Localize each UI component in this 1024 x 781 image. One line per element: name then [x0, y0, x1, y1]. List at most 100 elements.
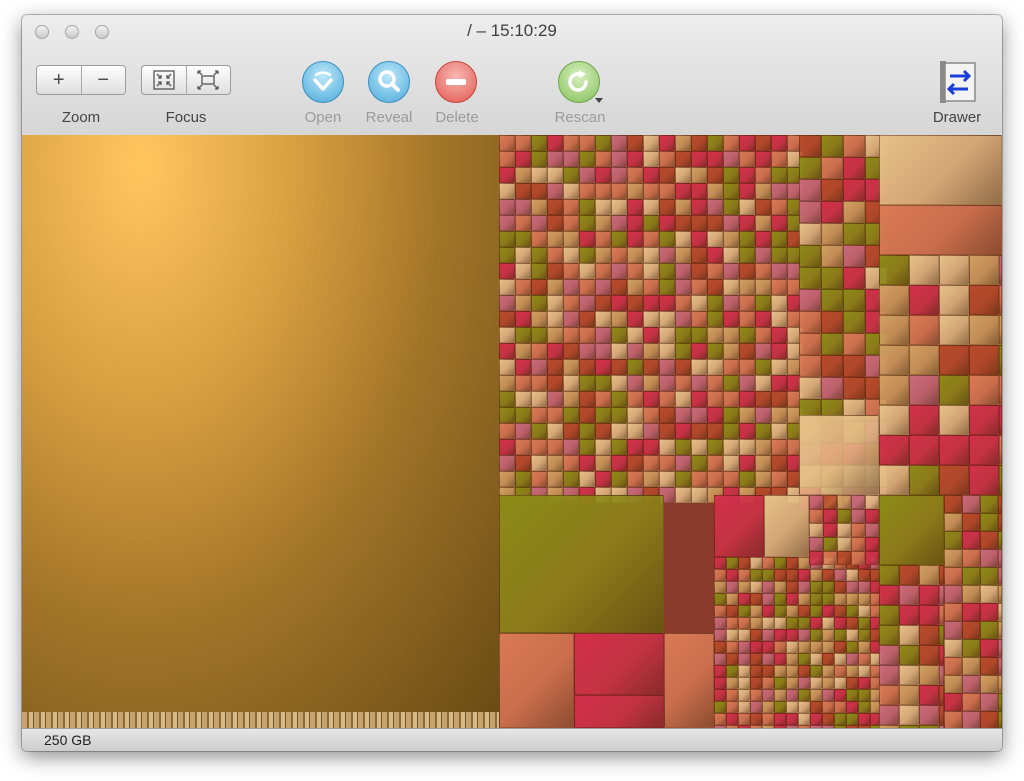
- treemap-tile[interactable]: [579, 375, 595, 391]
- treemap-tile[interactable]: [774, 689, 786, 701]
- treemap-tile[interactable]: [579, 231, 595, 247]
- treemap-tile[interactable]: [762, 581, 774, 593]
- treemap-tile[interactable]: [691, 151, 707, 167]
- treemap-tile[interactable]: [774, 713, 786, 725]
- treemap-large-file[interactable]: [22, 135, 499, 712]
- treemap-tile[interactable]: [919, 625, 939, 645]
- treemap-tile[interactable]: [515, 151, 531, 167]
- treemap-tile[interactable]: [999, 345, 1002, 375]
- treemap-tile[interactable]: [547, 295, 563, 311]
- treemap-tile[interactable]: [774, 653, 786, 665]
- treemap-tile[interactable]: [858, 677, 870, 689]
- treemap-tile[interactable]: [771, 151, 787, 167]
- treemap-tile[interactable]: [999, 465, 1002, 495]
- treemap-tile[interactable]: [739, 167, 755, 183]
- treemap-tile[interactable]: [755, 231, 771, 247]
- treemap-tile[interactable]: [771, 343, 787, 359]
- treemap-tile[interactable]: [643, 279, 659, 295]
- treemap-tile[interactable]: [823, 537, 837, 551]
- treemap-view[interactable]: [22, 135, 1002, 728]
- treemap-tile[interactable]: [762, 605, 774, 617]
- treemap-tile[interactable]: [691, 279, 707, 295]
- treemap-tile[interactable]: [919, 605, 939, 625]
- treemap-tile[interactable]: [515, 471, 531, 487]
- treemap-tile[interactable]: [659, 359, 675, 375]
- treemap-tile[interactable]: [823, 495, 837, 509]
- treemap-tile[interactable]: [939, 565, 944, 585]
- treemap-tile[interactable]: [723, 279, 739, 295]
- treemap-tile[interactable]: [879, 135, 1002, 205]
- treemap-tile[interactable]: [969, 405, 999, 435]
- treemap-tile[interactable]: [675, 295, 691, 311]
- treemap-tile[interactable]: [691, 135, 707, 151]
- treemap-tile[interactable]: [563, 135, 579, 151]
- treemap-tile[interactable]: [563, 167, 579, 183]
- treemap-tile[interactable]: [762, 641, 774, 653]
- treemap-tile[interactable]: [771, 423, 787, 439]
- treemap-tile[interactable]: [707, 263, 723, 279]
- treemap-tile[interactable]: [939, 605, 944, 625]
- treemap-tile[interactable]: [969, 375, 999, 405]
- focus-in-button[interactable]: [142, 66, 186, 94]
- treemap-tile[interactable]: [879, 405, 909, 435]
- treemap-tile[interactable]: [843, 245, 865, 267]
- treemap-tile[interactable]: [750, 593, 762, 605]
- treemap-tile[interactable]: [707, 471, 723, 487]
- treemap-tile[interactable]: [739, 423, 755, 439]
- treemap-tile[interactable]: [515, 231, 531, 247]
- treemap-tile[interactable]: [723, 183, 739, 199]
- treemap-tile[interactable]: [858, 665, 870, 677]
- treemap-tile[interactable]: [786, 653, 798, 665]
- treemap-tile[interactable]: [595, 247, 611, 263]
- treemap-tile[interactable]: [691, 247, 707, 263]
- treemap-tile[interactable]: [515, 311, 531, 327]
- treemap-tile[interactable]: [771, 295, 787, 311]
- treemap-tile[interactable]: [846, 605, 858, 617]
- treemap-tile[interactable]: [755, 199, 771, 215]
- treemap-tile[interactable]: [762, 701, 774, 713]
- treemap-tile[interactable]: [707, 167, 723, 183]
- treemap-tile[interactable]: [944, 639, 962, 657]
- treemap-tile[interactable]: [980, 531, 998, 549]
- treemap-tile[interactable]: [611, 375, 627, 391]
- treemap-tile[interactable]: [726, 617, 738, 629]
- treemap-tile[interactable]: [822, 677, 834, 689]
- treemap-tile[interactable]: [798, 605, 810, 617]
- treemap-tile[interactable]: [579, 151, 595, 167]
- treemap-tile[interactable]: [659, 423, 675, 439]
- treemap-tile[interactable]: [739, 135, 755, 151]
- treemap-tile[interactable]: [531, 247, 547, 263]
- treemap-tile[interactable]: [834, 593, 846, 605]
- treemap-tile[interactable]: [944, 585, 962, 603]
- treemap-tile[interactable]: [799, 223, 821, 245]
- treemap-tile[interactable]: [899, 625, 919, 645]
- treemap-tile[interactable]: [515, 247, 531, 263]
- treemap-tile[interactable]: [771, 167, 787, 183]
- treemap-tile[interactable]: [531, 183, 547, 199]
- treemap-tile[interactable]: [798, 701, 810, 713]
- treemap-tile[interactable]: [809, 523, 823, 537]
- treemap-tile[interactable]: [969, 285, 999, 315]
- treemap-small-files-strip[interactable]: [22, 712, 499, 728]
- treemap-tile[interactable]: [846, 641, 858, 653]
- treemap-tile[interactable]: [563, 327, 579, 343]
- treemap-tile[interactable]: [762, 653, 774, 665]
- treemap-tile[interactable]: [846, 581, 858, 593]
- treemap-tile[interactable]: [515, 135, 531, 151]
- treemap-tile[interactable]: [723, 439, 739, 455]
- treemap-tile[interactable]: [726, 629, 738, 641]
- treemap-tile[interactable]: [738, 605, 750, 617]
- treemap-tile[interactable]: [515, 439, 531, 455]
- treemap-tile[interactable]: [595, 167, 611, 183]
- treemap-tile[interactable]: [707, 423, 723, 439]
- treemap-tile[interactable]: [547, 391, 563, 407]
- treemap-tile[interactable]: [691, 343, 707, 359]
- treemap-tile[interactable]: [750, 641, 762, 653]
- treemap-tile[interactable]: [563, 471, 579, 487]
- treemap-tile[interactable]: [774, 617, 786, 629]
- treemap-tile[interactable]: [843, 201, 865, 223]
- treemap-tile[interactable]: [843, 135, 865, 157]
- treemap-tile[interactable]: [799, 245, 821, 267]
- focus-out-button[interactable]: [187, 66, 231, 94]
- treemap-tile[interactable]: [755, 183, 771, 199]
